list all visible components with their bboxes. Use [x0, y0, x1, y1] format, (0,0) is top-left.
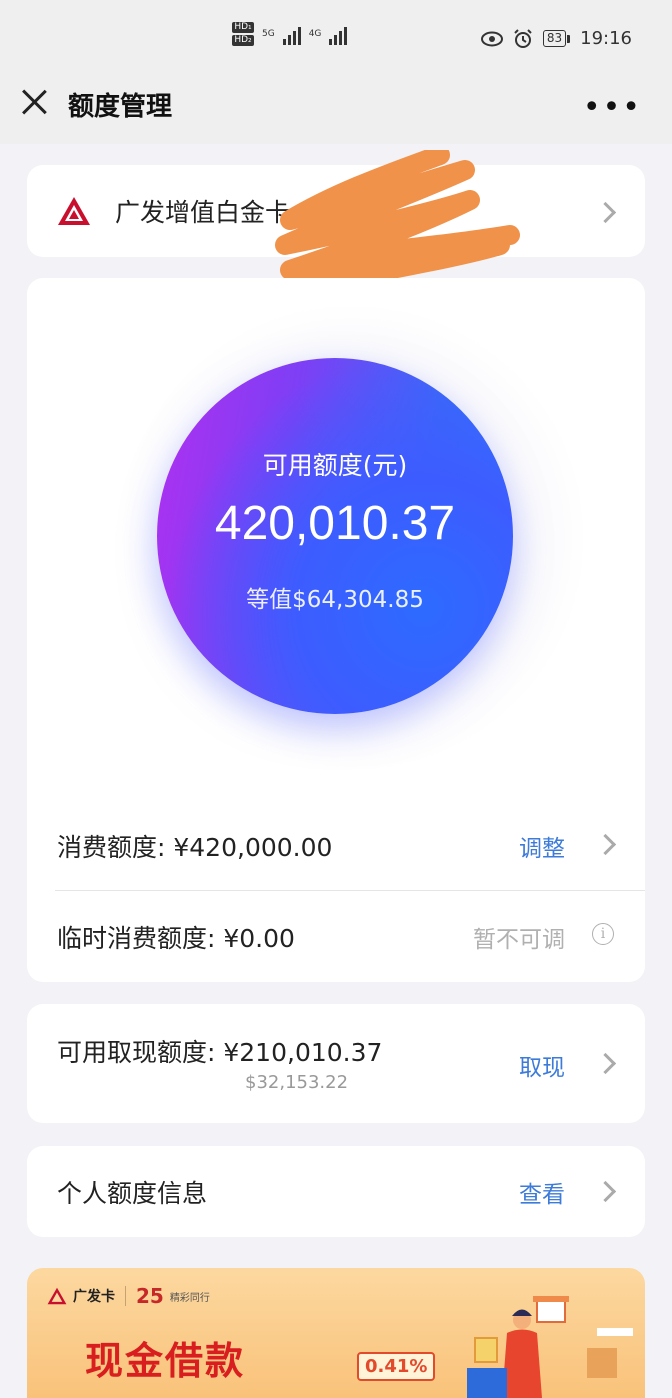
- available-limit-label: 可用额度(元): [262, 451, 408, 480]
- network-4g-label: 4G: [308, 29, 322, 39]
- available-limit-value: 420,010.37: [214, 497, 456, 550]
- hd-badge-2: HD₂: [232, 35, 254, 46]
- close-icon[interactable]: [20, 88, 48, 116]
- limit-card: 可用额度(元) 420,010.37 等值$64,304.85 消费额度: ¥4…: [27, 278, 645, 982]
- eye-icon: [480, 31, 503, 46]
- cgb-logo-icon: [58, 197, 90, 225]
- battery-level: 83: [542, 30, 567, 47]
- chevron-right-icon: [594, 833, 617, 856]
- battery-icon: 83: [542, 30, 571, 47]
- banner-title: 现金借款: [85, 1339, 246, 1383]
- view-button[interactable]: 查看: [519, 1175, 565, 1209]
- chevron-right-icon: [594, 201, 617, 224]
- adjust-button[interactable]: 调整: [519, 829, 565, 863]
- personal-limit-label: 个人额度信息: [57, 1179, 208, 1208]
- status-right: 83 19:16: [480, 28, 632, 49]
- rate-badge: 0.41%: [357, 1352, 436, 1381]
- title-bar: 额度管理 •••: [0, 70, 672, 144]
- shopping-illustration: [467, 1296, 633, 1398]
- temp-limit-status: 暂不可调: [473, 927, 565, 953]
- banner-brand-name: 广发卡: [73, 1289, 115, 1305]
- chevron-right-icon: [594, 1052, 617, 1075]
- cash-limit-card: 可用取现额度: ¥210,010.37 $32,153.22 取现: [27, 1004, 645, 1123]
- temp-limit-label: 临时消费额度: ¥0.00: [57, 924, 295, 953]
- cash-limit-usd: $32,153.22: [245, 1072, 349, 1093]
- banner-brand: 广发卡 25 精彩同行: [47, 1284, 210, 1308]
- signal-icon: [282, 23, 301, 45]
- network-indicators: HD₁ HD₂ 5G 4G: [232, 22, 348, 46]
- banner-tagline: 精彩同行: [169, 1292, 210, 1304]
- status-bar: HD₁ HD₂ 5G 4G 83 19:16: [0, 0, 672, 70]
- personal-limit-card[interactable]: 个人额度信息 查看: [27, 1146, 645, 1237]
- info-icon[interactable]: i: [592, 923, 614, 945]
- status-time: 19:16: [580, 28, 632, 49]
- promo-banner[interactable]: 广发卡 25 精彩同行 现金借款 0.41%: [27, 1268, 645, 1398]
- withdraw-button[interactable]: 取现: [519, 1048, 565, 1082]
- chevron-right-icon: [594, 1180, 617, 1203]
- anniversary-badge: 25: [136, 1284, 164, 1308]
- hd-badge-1: HD₁: [232, 22, 254, 33]
- cash-limit-label: 可用取现额度: ¥210,010.37: [57, 1038, 383, 1067]
- divider: [55, 890, 645, 891]
- alarm-icon: [514, 28, 532, 48]
- network-5g-label: 5G: [262, 29, 275, 39]
- more-options-icon[interactable]: •••: [583, 90, 642, 125]
- page-title: 额度管理: [68, 92, 173, 122]
- available-limit-usd: 等值$64,304.85: [246, 587, 424, 613]
- consumption-limit-label: 消费额度: ¥420,000.00: [57, 833, 333, 862]
- signal-icon-2: [329, 23, 348, 45]
- cgb-logo-icon: [47, 1287, 67, 1305]
- available-limit-circle: 可用额度(元) 420,010.37 等值$64,304.85: [157, 358, 513, 714]
